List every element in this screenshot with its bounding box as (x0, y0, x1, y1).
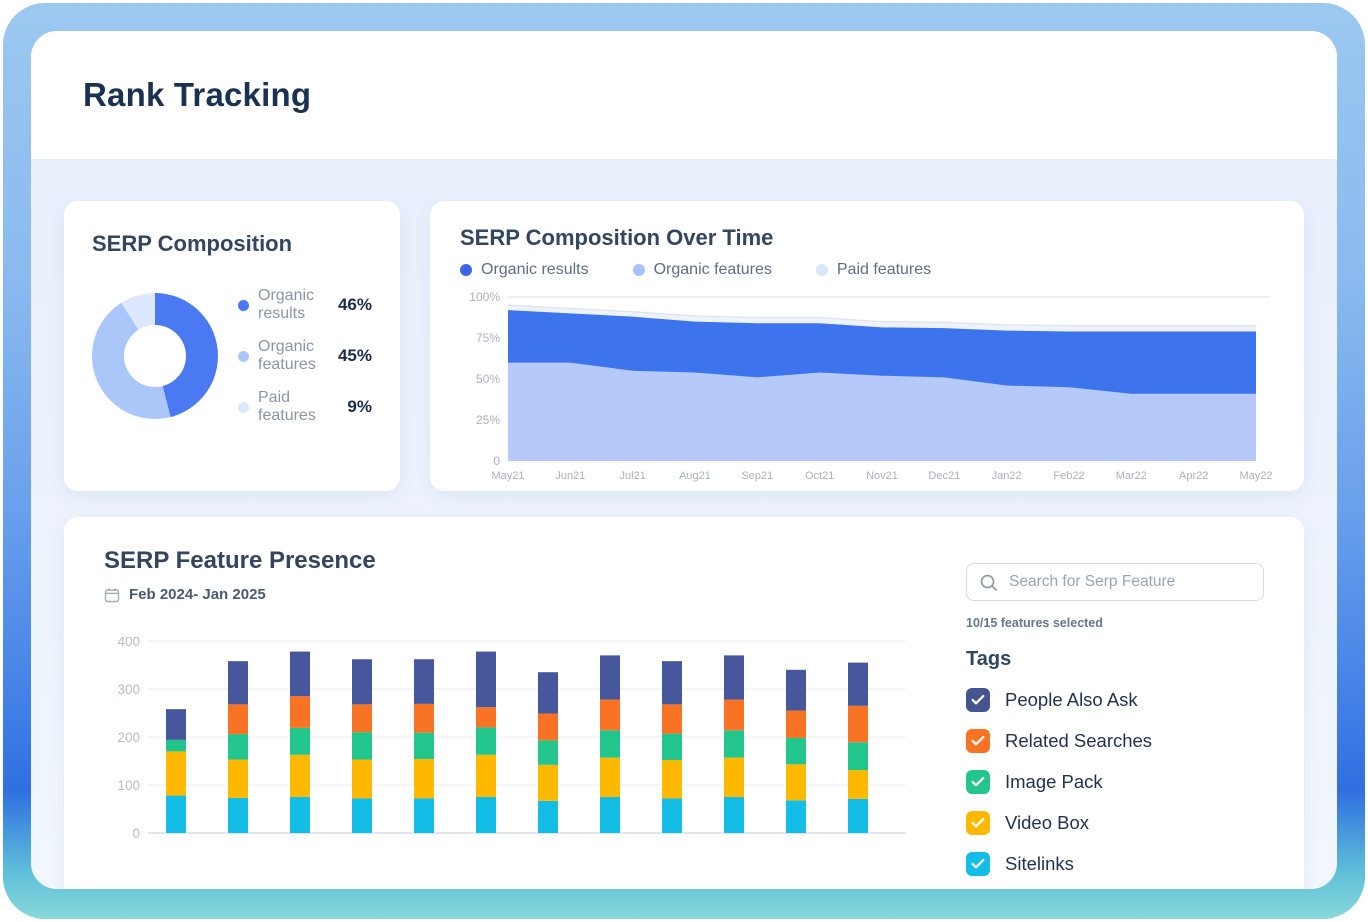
svg-text:25%: 25% (476, 413, 500, 427)
svg-text:50%: 50% (476, 372, 500, 386)
legend-label: Paid features (258, 389, 347, 425)
features-selected-count: 10/15 features selected (966, 616, 1264, 630)
feature-presence-chart-section: SERP Feature Presence Feb 2024- Jan 2025… (104, 547, 938, 889)
svg-text:200: 200 (117, 730, 140, 745)
serp-composition-donut-chart (92, 293, 218, 419)
serp-composition-title: SERP Composition (92, 231, 372, 257)
checkbox-checked-icon[interactable] (966, 852, 990, 876)
legend-item-organic-results[interactable]: Organic results (460, 261, 589, 279)
svg-text:Dec21: Dec21 (928, 470, 960, 482)
serp-over-time-title: SERP Composition Over Time (460, 225, 1274, 251)
svg-text:100: 100 (117, 778, 140, 793)
legend-value: 46% (338, 295, 372, 315)
svg-text:300: 300 (117, 682, 140, 697)
svg-text:May22: May22 (1239, 470, 1272, 482)
legend-item-organic-features[interactable]: Organic features (633, 261, 772, 279)
legend-label: Organic features (654, 261, 772, 279)
search-icon (979, 573, 998, 592)
tag-row-related-searches[interactable]: Related Searches (966, 729, 1264, 753)
page-header: Rank Tracking (31, 31, 1337, 159)
checkbox-checked-icon[interactable] (966, 770, 990, 794)
svg-text:Apr22: Apr22 (1179, 470, 1208, 482)
svg-text:Feb22: Feb22 (1053, 470, 1084, 482)
tag-label: Video Box (1005, 812, 1089, 834)
svg-text:Jun21: Jun21 (555, 470, 585, 482)
calendar-icon (104, 587, 120, 603)
legend-dot (816, 264, 828, 276)
stacked-bar-chart: 0 100 200 300 400 (104, 637, 924, 851)
serp-composition-legend: Organic results 46% Organic features 45%… (238, 287, 372, 425)
tag-row-video-box[interactable]: Video Box (966, 811, 1264, 835)
serp-feature-search[interactable] (966, 563, 1264, 601)
svg-text:100%: 100% (469, 290, 500, 304)
tag-row-image-pack[interactable]: Image Pack (966, 770, 1264, 794)
search-input[interactable] (1009, 573, 1251, 591)
svg-text:Jul21: Jul21 (620, 470, 646, 482)
date-range-row[interactable]: Feb 2024- Jan 2025 (104, 586, 938, 603)
legend-dot (238, 351, 249, 362)
svg-text:Jan22: Jan22 (992, 470, 1022, 482)
serp-over-time-legend: Organic results Organic features Paid fe… (460, 261, 1274, 279)
legend-item-paid-features[interactable]: Paid features (816, 261, 931, 279)
svg-text:75%: 75% (476, 331, 500, 345)
rank-tracking-page: Rank Tracking SERP Composition Organic r… (31, 31, 1337, 889)
feature-presence-title: SERP Feature Presence (104, 547, 938, 575)
serp-feature-presence-card: SERP Feature Presence Feb 2024- Jan 2025… (64, 517, 1304, 889)
tag-row-sitelinks[interactable]: Sitelinks (966, 852, 1264, 876)
svg-text:Mar22: Mar22 (1116, 470, 1147, 482)
svg-text:Sep21: Sep21 (741, 470, 773, 482)
svg-text:May21: May21 (491, 470, 524, 482)
serp-over-time-card: SERP Composition Over Time Organic resul… (430, 201, 1304, 491)
legend-row-organic-features: Organic features 45% (238, 338, 372, 374)
checkbox-checked-icon[interactable] (966, 811, 990, 835)
legend-dot (633, 264, 645, 276)
legend-value: 9% (347, 397, 372, 417)
legend-dot (460, 264, 472, 276)
feature-filter-panel: 10/15 features selected Tags People Also… (966, 547, 1264, 889)
legend-dot (238, 402, 249, 413)
svg-text:Aug21: Aug21 (679, 470, 711, 482)
stacked-area-chart: 0 25% 50% 75% 100% May21 Jun21 Jul21 Aug21 Sep21 O… (460, 289, 1274, 485)
svg-text:Oct21: Oct21 (805, 470, 834, 482)
serp-composition-card: SERP Composition Organic results 46% Org… (64, 201, 400, 491)
checkbox-checked-icon[interactable] (966, 729, 990, 753)
legend-label: Paid features (837, 261, 931, 279)
date-range-text: Feb 2024- Jan 2025 (129, 586, 266, 603)
svg-text:Nov21: Nov21 (866, 470, 898, 482)
legend-dot (238, 300, 249, 311)
checkbox-checked-icon[interactable] (966, 688, 990, 712)
tags-heading: Tags (966, 648, 1264, 671)
tag-label: Related Searches (1005, 730, 1152, 752)
svg-text:400: 400 (117, 637, 140, 649)
tag-row-people-also-ask[interactable]: People Also Ask (966, 688, 1264, 712)
svg-text:0: 0 (493, 454, 500, 468)
tag-list: People Also Ask Related Searches Image Pac… (966, 688, 1264, 876)
legend-row-organic-results: Organic results 46% (238, 287, 372, 323)
tag-label: People Also Ask (1005, 689, 1138, 711)
tag-label: Image Pack (1005, 771, 1103, 793)
legend-row-paid-features: Paid features 9% (238, 389, 372, 425)
legend-label: Organic results (481, 261, 589, 279)
page-title: Rank Tracking (83, 76, 311, 114)
legend-value: 45% (338, 346, 372, 366)
tag-label: Sitelinks (1005, 853, 1074, 875)
svg-text:0: 0 (132, 826, 140, 841)
page-content: SERP Composition Organic results 46% Org… (31, 159, 1337, 889)
legend-label: Organic features (258, 338, 338, 374)
legend-label: Organic results (258, 287, 338, 323)
